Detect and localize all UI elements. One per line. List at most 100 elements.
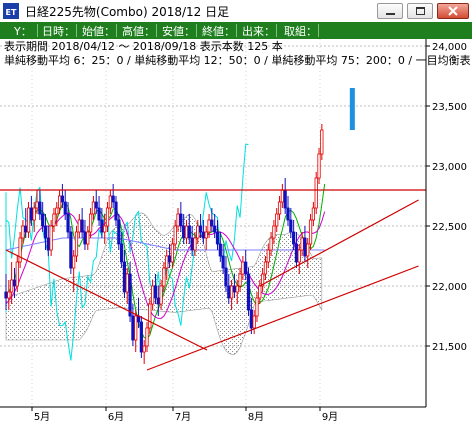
candle-body [232,285,237,293]
candle-body [246,273,251,311]
candle-body [204,231,208,239]
candle-body [289,219,293,233]
candle-body [74,231,79,257]
candle-body [173,225,177,245]
candle-body [320,129,324,155]
candle-body [221,255,225,269]
toolbar-divider [116,24,117,37]
candle-body [49,225,53,251]
candle-body [114,201,118,221]
candle-body [103,225,107,233]
candle-body [108,195,112,209]
candlestick-chart[interactable]: 24,00023,50023,00022,50022,00021,500 5月 6… [0,39,472,426]
candle-body [176,213,180,227]
readout-volume: 出来： [242,25,275,38]
candle-body [156,297,160,305]
candle-body [100,219,104,233]
candle-body [187,225,191,239]
readout-close: 終値： [202,25,235,38]
candle-body [159,285,163,305]
time-tick-label: 5月 [34,411,50,423]
candle-body [80,219,84,233]
readout-datetime: 日時： [42,25,75,38]
time-tick-label: 9月 [322,411,338,423]
candle-body [128,273,132,317]
candle-body [122,261,127,293]
toolbar-divider [76,24,77,37]
price-tick-label: 23,000 [432,162,467,173]
candle-body [235,285,239,293]
display-period-text: 表示期間 2018/04/12 ～ 2018/09/18 表示本数 125 本 [4,40,283,53]
candle-body [134,315,138,341]
candle-body [10,279,14,293]
candle-body [269,237,273,251]
candle-body [32,207,36,221]
candle-body [46,237,50,251]
candle-body [196,225,200,239]
candle-body [97,207,101,221]
maximize-button[interactable] [407,3,433,19]
candle-body [148,303,152,329]
candle-body [57,195,62,209]
candle-body [60,195,65,203]
app-window: ET 日経225先物(Combo) 2018/12 日足 Y： 日時： 始値： … [0,0,472,426]
candle-body [193,237,197,251]
toolbar-divider [37,24,38,37]
candle-body [252,315,256,329]
app-icon-text: ET [6,8,17,17]
candle-body [184,225,189,239]
readout-open-interest: 取組： [284,25,317,38]
candle-body [179,213,183,227]
candle-body [311,207,315,221]
time-axis: 5月 6月 7月 8月 9月 [31,407,338,423]
candle-body [303,237,307,257]
candle-body [24,225,28,233]
candle-body [35,201,39,209]
candle-body [4,291,8,299]
price-tick-label: 22,000 [432,282,467,293]
window-title: 日経225先物(Combo) 2018/12 日足 [25,5,230,19]
candle-body [275,213,279,227]
candle-body [91,201,96,215]
toolbar-divider [318,24,319,37]
moving-average-settings-text: 単純移動平均 6：25：0 / 単純移動平均 12：50：0 / 単純移動平均 … [4,54,471,67]
candle-body [266,249,270,263]
close-button[interactable] [437,3,469,19]
price-readout-bar: Y： 日時： 始値： 高値： 安値： 終値： 出来： 取組： [0,22,472,39]
candle-body [280,189,284,203]
toolbar-divider [156,24,157,37]
candle-body [224,267,228,287]
time-tick-label: 6月 [108,411,124,423]
toolbar-divider [276,24,277,37]
price-tick-label: 22,500 [432,222,467,233]
candle-body [308,219,313,245]
candle-body [229,285,234,299]
candle-body [52,213,56,227]
candle-body [294,243,299,263]
toolbar-divider [236,24,237,37]
readout-y: Y： [14,25,32,38]
candle-body [218,243,222,257]
candle-body [314,177,318,209]
candle-body [125,273,129,293]
candle-body [277,201,282,215]
candle-body [241,261,245,275]
minimize-button[interactable] [377,3,403,19]
candle-body [83,231,87,245]
candle-body [286,207,290,221]
candle-body [201,231,205,239]
candle-body [162,267,166,287]
toolbar-divider [196,24,197,37]
candle-body [151,285,155,305]
candle-body [94,201,98,209]
minimize-icon [386,13,395,15]
candle-body [120,243,124,263]
candle-body [15,261,19,287]
candle-body [142,345,146,353]
candle-body [167,255,172,263]
candle-body [145,327,149,347]
candle-body [213,225,217,233]
candle-body [283,189,287,209]
price-axis: 24,00023,50023,00022,50022,00021,500 [426,42,467,353]
candle-body [215,231,220,245]
